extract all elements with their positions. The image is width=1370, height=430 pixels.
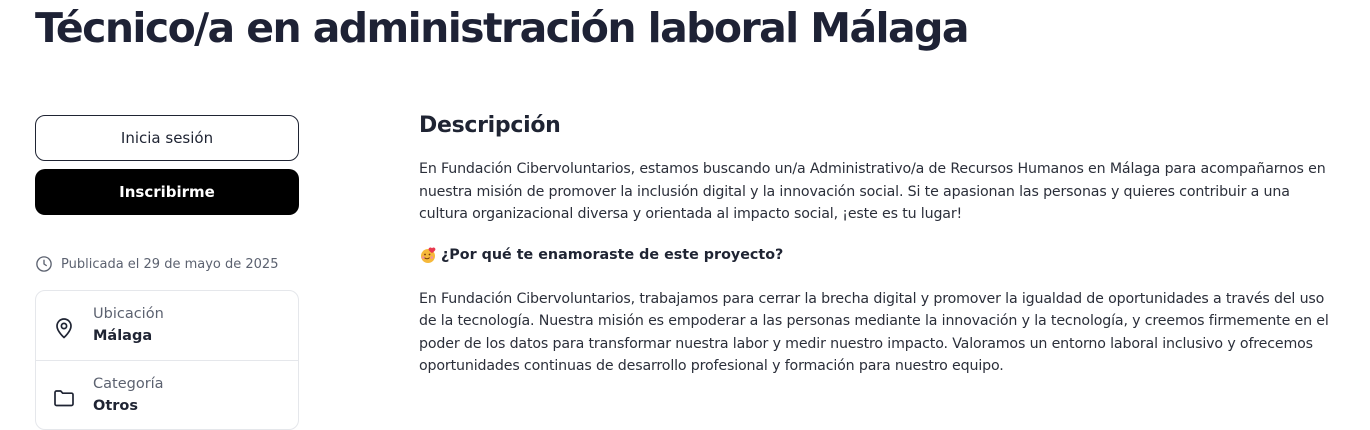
description-intro: En Fundación Cibervoluntarios, estamos b… [419, 161, 1326, 222]
published-date: Publicada el 29 de mayo de 2025 [35, 255, 299, 273]
page-title: Técnico/a en administración laboral Mála… [35, 4, 970, 52]
published-text: Publicada el 29 de mayo de 2025 [61, 256, 279, 272]
login-button[interactable]: Inicia sesión [35, 115, 299, 161]
detail-location: Ubicación Málaga [36, 291, 298, 360]
detail-value: Otros [93, 398, 139, 414]
detail-label: Categoría [93, 376, 164, 392]
why-heading: ¿Por qué te enamoraste de este proyecto? [419, 246, 1329, 264]
location-pin-icon [56, 318, 72, 339]
description-why: En Fundación Cibervoluntarios, trabajamo… [419, 290, 1329, 375]
clock-icon [36, 256, 52, 272]
detail-value: Málaga [93, 328, 153, 344]
folder-icon [54, 390, 74, 407]
job-details-card: Ubicación Málaga Categoría Otros [35, 290, 299, 430]
detail-label: Ubicación [93, 306, 164, 322]
job-description: Descripción En Fundación Cibervoluntario… [419, 113, 1329, 378]
detail-category: Categoría Otros [36, 360, 298, 429]
heart-face-emoji-icon [421, 246, 436, 263]
section-heading: Descripción [419, 113, 561, 138]
sidebar: Inicia sesión Inscribirme Publicada el 2… [35, 115, 299, 430]
why-heading-text: ¿Por qué te enamoraste de este proyecto? [441, 246, 784, 263]
signup-button[interactable]: Inscribirme [35, 169, 299, 215]
